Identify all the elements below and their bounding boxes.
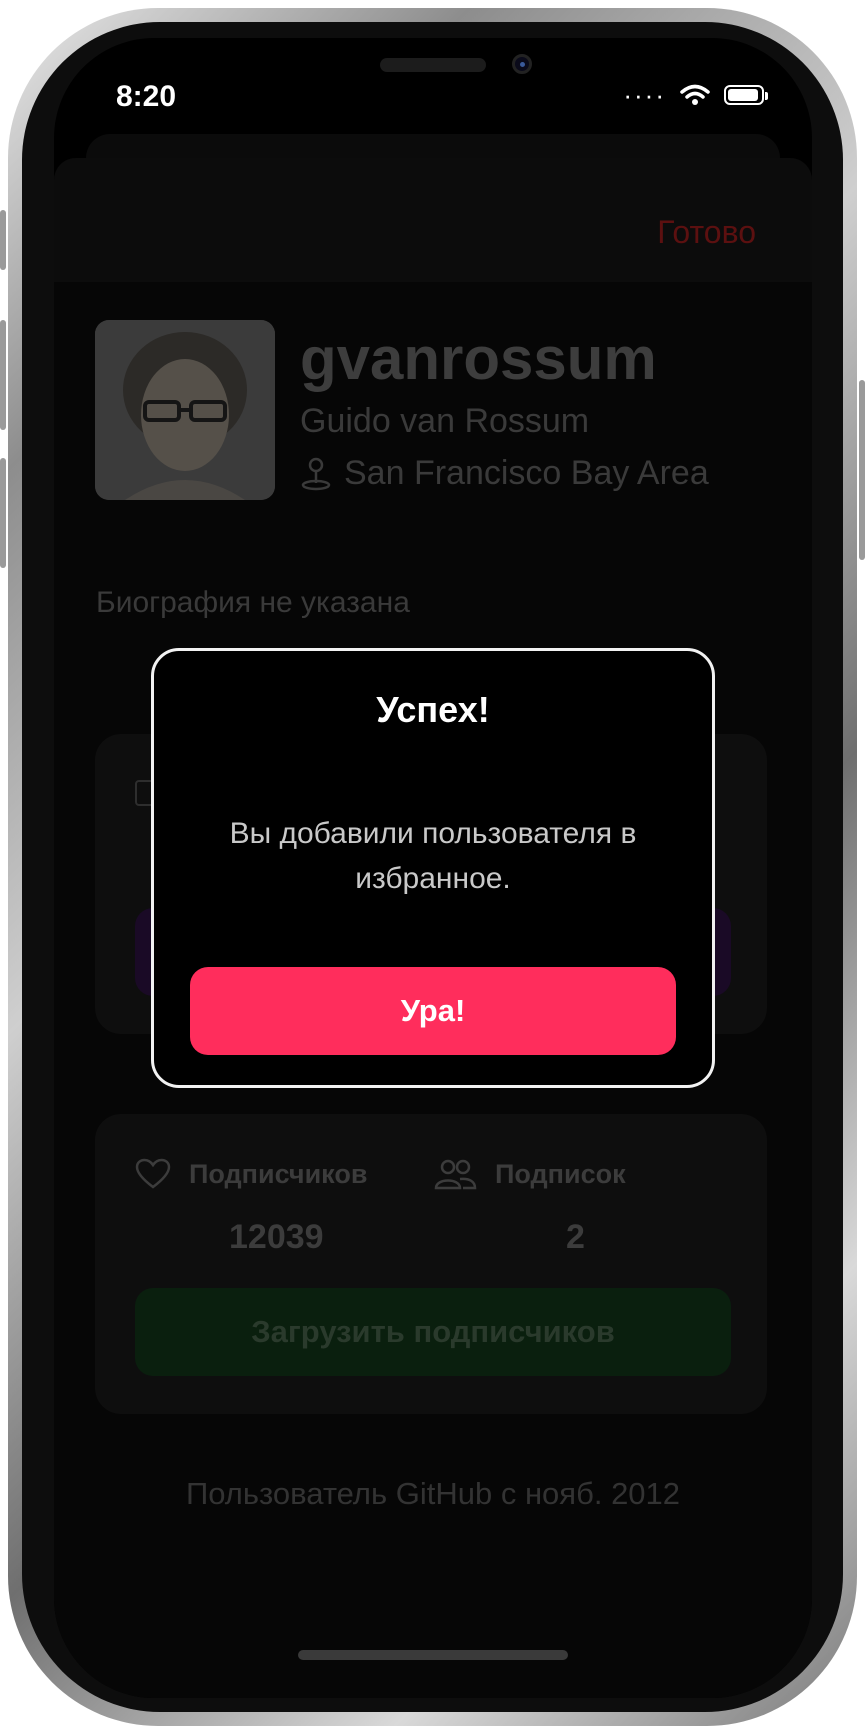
- power-button: [859, 380, 865, 560]
- followers-label: Подписчиков: [189, 1158, 368, 1189]
- battery-icon: [724, 85, 768, 105]
- username: gvanrossum: [300, 325, 657, 392]
- location-pin-icon: [301, 457, 331, 490]
- alert-message: Вы добавили пользователя в избранное.: [229, 817, 637, 895]
- speaker-grille: [380, 58, 486, 72]
- battery-level: [728, 89, 758, 101]
- bio-text: Биография не указана: [96, 586, 410, 619]
- success-alert: Успех! Вы добавили пользователя в избран…: [151, 648, 715, 1088]
- followers-stat: Подписчиков: [135, 1158, 367, 1190]
- screen: Готово gvanrossum Guido van Rossum San F…: [54, 38, 812, 1698]
- home-indicator[interactable]: [298, 1650, 568, 1660]
- front-camera: [512, 54, 532, 74]
- load-followers-button[interactable]: Загрузить подписчиков: [135, 1288, 731, 1376]
- member-since-text: Пользователь GitHub с нояб. 2012: [185, 1476, 681, 1511]
- full-name: Guido van Rossum: [300, 402, 590, 440]
- done-button[interactable]: Готово: [657, 214, 756, 251]
- navigation-bar: Готово: [54, 158, 812, 282]
- heart-icon: [135, 1158, 171, 1189]
- volume-up-button: [0, 320, 6, 430]
- people-icon: [434, 1159, 477, 1190]
- alert-confirm-button[interactable]: Ура!: [190, 967, 676, 1055]
- following-count: 2: [566, 1218, 585, 1256]
- volume-down-button: [0, 458, 6, 568]
- phone-frame: Готово gvanrossum Guido van Rossum San F…: [0, 0, 865, 1734]
- location-text: San Francisco Bay Area: [344, 454, 709, 492]
- alert-title: Успех!: [376, 689, 490, 730]
- signal-dots-icon: ····: [623, 80, 666, 110]
- status-icons: ····: [623, 80, 768, 110]
- following-label: Подписок: [495, 1158, 626, 1189]
- status-time: 8:20: [116, 80, 177, 113]
- following-stat: Подписок: [433, 1158, 626, 1190]
- followers-count: 12039: [229, 1218, 324, 1256]
- wifi-icon: [680, 84, 710, 105]
- followers-card: Подписчиков Подписок 12039 2 Загрузить п…: [95, 1114, 767, 1414]
- location: San Francisco Bay Area: [300, 454, 709, 493]
- avatar: [95, 320, 275, 500]
- avatar-image: [95, 320, 275, 500]
- silent-switch: [0, 210, 6, 270]
